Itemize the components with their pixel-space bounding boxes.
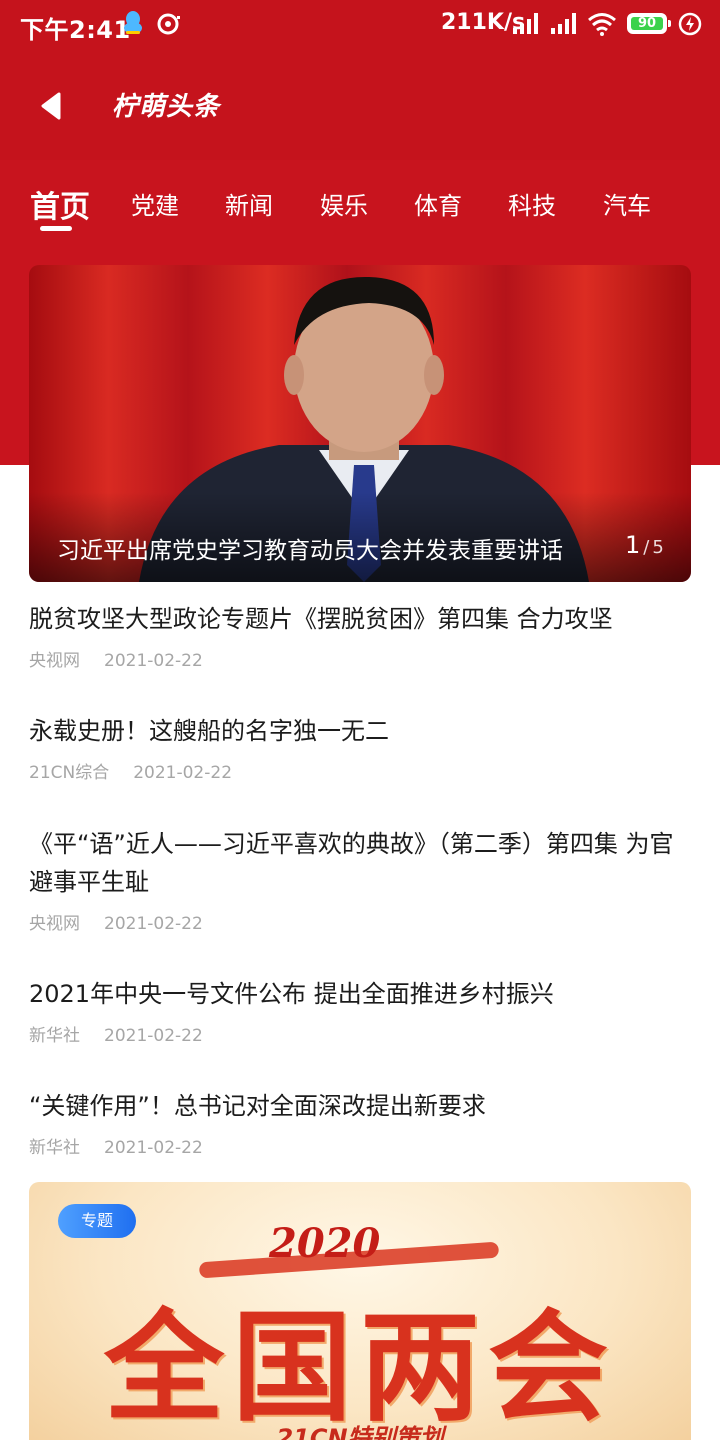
app-header: 柠萌头条	[0, 60, 720, 150]
news-source: 新华社	[29, 1026, 80, 1046]
news-title: 脱贫攻坚大型政论专题片《摆脱贫困》第四集 合力攻坚	[29, 605, 613, 633]
news-item[interactable]: 2021年中央一号文件公布 提出全面推进乡村振兴 新华社 2021-02-22	[29, 975, 694, 1046]
tab-entertainment[interactable]: 娱乐	[320, 186, 368, 221]
news-date: 2021-02-22	[133, 763, 233, 783]
signal-icon	[513, 13, 538, 34]
banner-current-index: 1	[625, 531, 641, 559]
back-button[interactable]	[24, 78, 80, 134]
tab-tech[interactable]: 科技	[508, 186, 556, 221]
special-tag-badge: 专题	[58, 1204, 136, 1238]
news-date: 2021-02-22	[104, 1138, 203, 1158]
battery-level: 90	[637, 16, 657, 31]
banner-total-count: 5	[652, 537, 664, 558]
news-title: 《平“语”近人——习近平喜欢的典故》（第二季）第四集 为官避事平生耻	[29, 830, 674, 896]
news-date: 2021-02-22	[104, 651, 203, 671]
news-title: 2021年中央一号文件公布 提出全面推进乡村振兴	[29, 980, 554, 1008]
news-meta: 新华社 2021-02-22	[29, 1133, 694, 1158]
news-item[interactable]: 脱贫攻坚大型政论专题片《摆脱贫困》第四集 合力攻坚 央视网 2021-02-22	[29, 600, 694, 671]
news-date: 2021-02-22	[104, 1026, 203, 1046]
news-date: 2021-02-22	[104, 914, 203, 934]
status-bar: 下午2:41 211K/s 90	[0, 0, 720, 48]
tab-home[interactable]: 首页	[30, 182, 90, 226]
back-arrow-icon	[41, 92, 61, 120]
news-source: 央视网	[29, 651, 80, 671]
news-meta: 21CN综合 2021-02-22	[29, 758, 694, 783]
news-meta: 央视网 2021-02-22	[29, 909, 694, 934]
signal-icon-secondary	[551, 13, 576, 34]
news-title: 永载史册！这艘船的名字独一无二	[29, 717, 389, 745]
active-tab-indicator	[40, 226, 72, 231]
special-topic-card[interactable]: 专题 2020 全国两会 21CN特别策划	[29, 1182, 691, 1440]
banner-caption: 习近平出席党史学习教育动员大会并发表重要讲话	[57, 538, 563, 564]
category-tabs: 首页 党建 新闻 娱乐 体育 科技 汽车	[0, 178, 720, 238]
news-item[interactable]: 永载史册！这艘船的名字独一无二 21CN综合 2021-02-22	[29, 712, 694, 783]
banner-page-indicator: 1/5	[625, 531, 664, 559]
news-source: 央视网	[29, 914, 80, 934]
status-time: 下午2:41	[20, 16, 131, 44]
special-year: 2020	[269, 1220, 381, 1267]
qq-icon	[124, 11, 142, 34]
news-item[interactable]: 《平“语”近人——习近平喜欢的典故》（第二季）第四集 为官避事平生耻 央视网 20…	[29, 825, 694, 934]
charging-icon	[678, 12, 702, 36]
news-meta: 央视网 2021-02-22	[29, 646, 694, 671]
tab-news[interactable]: 新闻	[225, 186, 273, 221]
notification-icon	[157, 13, 180, 35]
page-title: 柠萌头条	[112, 92, 221, 122]
news-item[interactable]: “关键作用”！总书记对全面深改提出新要求 新华社 2021-02-22	[29, 1087, 694, 1158]
banner-carousel[interactable]: 习近平出席党史学习教育动员大会并发表重要讲话 1/5	[29, 265, 691, 582]
news-source: 21CN综合	[29, 763, 110, 783]
special-title: 全国两会	[104, 1297, 616, 1438]
news-source: 新华社	[29, 1138, 80, 1158]
tab-party[interactable]: 党建	[131, 186, 179, 221]
news-title: “关键作用”！总书记对全面深改提出新要求	[29, 1092, 486, 1120]
tab-sports[interactable]: 体育	[414, 186, 462, 221]
battery-icon: 90	[627, 13, 671, 34]
special-subtitle: 21CN特别策划	[276, 1424, 444, 1440]
banner-index-separator: /	[643, 537, 650, 558]
news-meta: 新华社 2021-02-22	[29, 1021, 694, 1046]
wifi-icon	[588, 13, 616, 36]
tab-auto[interactable]: 汽车	[603, 186, 651, 221]
